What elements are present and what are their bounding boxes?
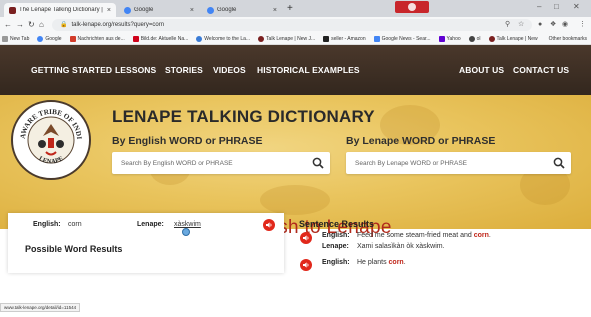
tab-close-icon[interactable]: ×: [190, 7, 194, 14]
tab-lenape-dictionary[interactable]: The Lenape Talking Dictionary | C ×: [4, 3, 116, 17]
possible-word-results-title: Possible Word Results: [25, 244, 123, 254]
address-bar[interactable]: 🔒 talk-lenape.org/results?query=corn: [52, 19, 532, 31]
puzzle-icon[interactable]: ❖: [550, 20, 556, 30]
tab-label: The Lenape Talking Dictionary | C: [19, 7, 103, 13]
nav-lessons[interactable]: LESSONS: [115, 65, 156, 75]
tab-label: Google: [217, 7, 237, 13]
english-search-input[interactable]: [112, 152, 330, 174]
bookmark-item[interactable]: Google News - Sear...: [373, 35, 431, 42]
nav-stories[interactable]: STORIES: [165, 65, 203, 75]
mouse-cursor-icon: [182, 228, 190, 236]
nav-historical-examples[interactable]: HISTORICAL EXAMPLES: [257, 65, 360, 75]
nav-videos[interactable]: VIDEOS: [213, 65, 246, 75]
lock-icon: 🔒: [60, 22, 68, 28]
zoom-icon[interactable]: ⚲: [505, 20, 510, 30]
sentence-result-item: English: Feed me some steam-fried meat a…: [300, 230, 580, 254]
status-bar-url: www.talk-lenape.org/detail/id=11544: [0, 303, 81, 312]
english-label: English:: [33, 221, 61, 228]
sentence-english-text: Feed me some steam-fried meat and corn.: [357, 232, 491, 239]
bookmark-item[interactable]: ol: [468, 35, 481, 42]
lenape-search-box: [346, 152, 571, 174]
bookmark-star-icon[interactable]: ☆: [518, 20, 524, 30]
sentence-english-text: He plants corn.: [357, 259, 406, 266]
recording-indicator-icon: [395, 1, 429, 13]
lenape-word-link[interactable]: xàskwim: [174, 221, 201, 228]
sentence-lenape-label: Lenape:: [322, 243, 349, 250]
forward-icon[interactable]: →: [16, 19, 24, 31]
address-text: talk-lenape.org/results?query=corn: [71, 22, 165, 28]
home-icon[interactable]: ⌂: [39, 19, 44, 31]
browser-tab-bar: The Lenape Talking Dictionary | C × Goog…: [0, 0, 591, 17]
other-bookmarks[interactable]: Other bookmarks: [549, 36, 587, 42]
lenape-search-input[interactable]: [346, 152, 571, 174]
bookmark-item[interactable]: New Tab: [2, 35, 29, 42]
speaker-icon[interactable]: [263, 219, 275, 231]
site-navigation: GETTING STARTED LESSONS STORIES VIDEOS H…: [0, 45, 591, 95]
delaware-tribe-seal-logo: DELAWARE TRIBE OF INDIANS LENAPE: [11, 100, 91, 180]
google-favicon-icon: [207, 6, 214, 14]
lenape-favicon-icon: [9, 6, 16, 14]
bookmark-item[interactable]: Talk Lenape | New: [488, 35, 538, 42]
lenape-label: Lenape:: [137, 221, 164, 228]
sentence-lenape-text: Xami salasìkàn òk xàskwim.: [357, 243, 445, 250]
sentence-english-label: English:: [322, 232, 350, 239]
bookmark-item[interactable]: Welcome to the La...: [196, 35, 250, 42]
address-toolbar: ← → ↻ ⌂ 🔒 talk-lenape.org/results?query=c…: [0, 17, 591, 33]
tab-close-icon[interactable]: ×: [273, 7, 277, 14]
bookmark-item[interactable]: Bild.de: Aktuelle Na...: [132, 35, 188, 42]
bookmarks-bar: New Tab Google Nachrichten aus de... Bil…: [0, 33, 591, 45]
nav-getting-started[interactable]: GETTING STARTED: [31, 65, 112, 75]
sentence-results-title: Sentence Results: [299, 219, 375, 229]
english-search-label: By English WORD or PHRASE: [112, 135, 263, 147]
maximize-icon[interactable]: □: [554, 2, 559, 11]
bookmark-item[interactable]: seller - Amazon: [323, 35, 366, 42]
profile-avatar-icon[interactable]: ◉: [562, 20, 568, 30]
google-favicon-icon: [124, 6, 131, 14]
close-window-icon[interactable]: ✕: [573, 2, 580, 11]
bookmark-item[interactable]: Nachrichten aus de...: [69, 35, 125, 42]
site-title: LENAPE TALKING DICTIONARY: [112, 107, 375, 126]
nav-about-us[interactable]: ABOUT US: [459, 65, 504, 75]
bookmark-item[interactable]: Talk Lenape | New J...: [258, 35, 315, 42]
hero-banner: DELAWARE TRIBE OF INDIANS LENAPE LENAPE …: [0, 95, 591, 229]
sentence-result-item: English: He plants corn.: [300, 257, 580, 271]
new-tab-button[interactable]: +: [287, 3, 293, 15]
page-content: GETTING STARTED LESSONS STORIES VIDEOS H…: [0, 45, 591, 317]
reload-icon[interactable]: ↻: [28, 19, 35, 31]
english-value: corn: [68, 221, 82, 228]
speaker-icon[interactable]: [300, 232, 312, 244]
tab-label: Google: [134, 7, 154, 13]
back-icon[interactable]: ←: [4, 19, 12, 31]
sentence-english-label: English:: [322, 259, 350, 266]
english-search-box: [112, 152, 330, 174]
word-result-card: English: corn Lenape: xàskwim Possible W…: [8, 213, 284, 273]
search-icon[interactable]: [553, 157, 565, 169]
menu-dots-icon[interactable]: ⋮: [579, 20, 586, 30]
nav-contact-us[interactable]: CONTACT US: [513, 65, 569, 75]
tab-google-2[interactable]: Google ×: [202, 3, 282, 17]
tab-close-icon[interactable]: ×: [107, 7, 111, 14]
minimize-icon[interactable]: –: [537, 2, 541, 11]
lenape-search-label: By Lenape WORD or PHRASE: [346, 135, 496, 147]
tab-google-1[interactable]: Google ×: [119, 3, 199, 17]
search-icon[interactable]: [312, 157, 324, 169]
bookmark-item[interactable]: Yahoo: [438, 35, 461, 42]
bookmark-item[interactable]: Google: [37, 35, 62, 42]
extension-icon[interactable]: ●: [538, 20, 542, 30]
speaker-icon[interactable]: [300, 259, 312, 271]
